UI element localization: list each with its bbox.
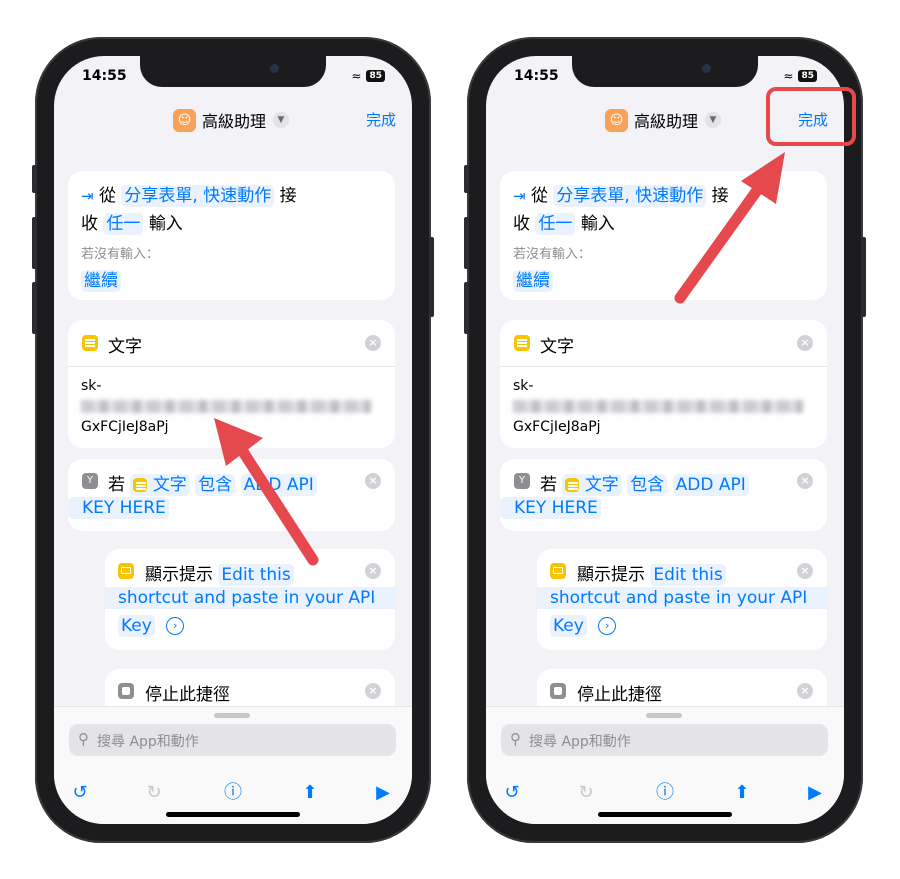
annotation-arrows — [214, 152, 785, 566]
arrow-to-done-button — [674, 152, 785, 304]
done-button-highlight — [766, 87, 856, 146]
arrow-to-text-card — [214, 418, 319, 566]
